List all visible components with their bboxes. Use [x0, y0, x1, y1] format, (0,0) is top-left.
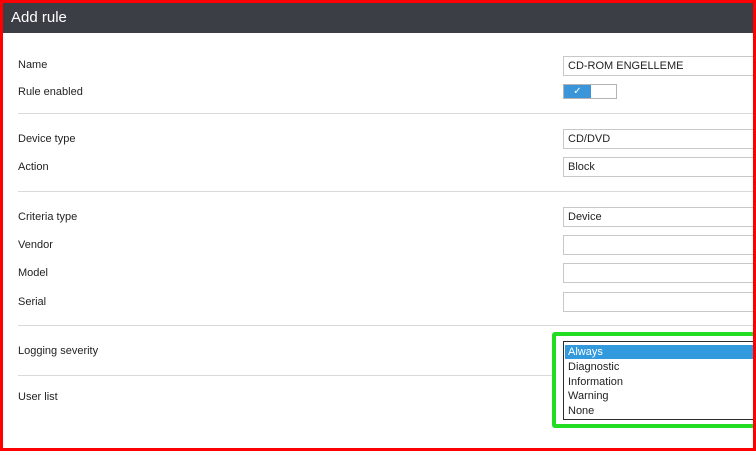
rule-enabled-toggle[interactable]: ✓: [563, 84, 617, 99]
divider: [18, 375, 553, 376]
vendor-label: Vendor: [18, 239, 53, 251]
dropdown-highlight-box: [552, 332, 753, 428]
serial-input[interactable]: [563, 292, 753, 312]
dialog-title: Add rule: [11, 9, 67, 26]
criteria-type-select[interactable]: Device: [563, 207, 753, 227]
divider: [18, 113, 753, 114]
user-list-label: User list: [18, 391, 58, 403]
action-select[interactable]: Block: [563, 157, 753, 177]
toggle-checkmark-icon: ✓: [564, 85, 591, 98]
criteria-type-label: Criteria type: [18, 211, 78, 223]
vendor-input[interactable]: [563, 235, 753, 255]
divider: [18, 191, 753, 192]
device-type-label: Device type: [18, 133, 76, 145]
logging-severity-label: Logging severity: [18, 345, 99, 357]
serial-label: Serial: [18, 296, 47, 308]
model-label: Model: [18, 267, 48, 279]
divider: [18, 325, 753, 326]
device-type-select[interactable]: CD/DVD: [563, 129, 753, 149]
rule-enabled-label: Rule enabled: [18, 86, 83, 98]
add-rule-dialog: Add rule Name CD-ROM ENGELLEME Rule enab…: [0, 0, 756, 451]
name-input[interactable]: CD-ROM ENGELLEME: [563, 56, 753, 76]
dialog-titlebar: Add rule: [3, 3, 753, 33]
model-input[interactable]: [563, 263, 753, 283]
name-label: Name: [18, 59, 48, 71]
action-label: Action: [18, 161, 49, 173]
